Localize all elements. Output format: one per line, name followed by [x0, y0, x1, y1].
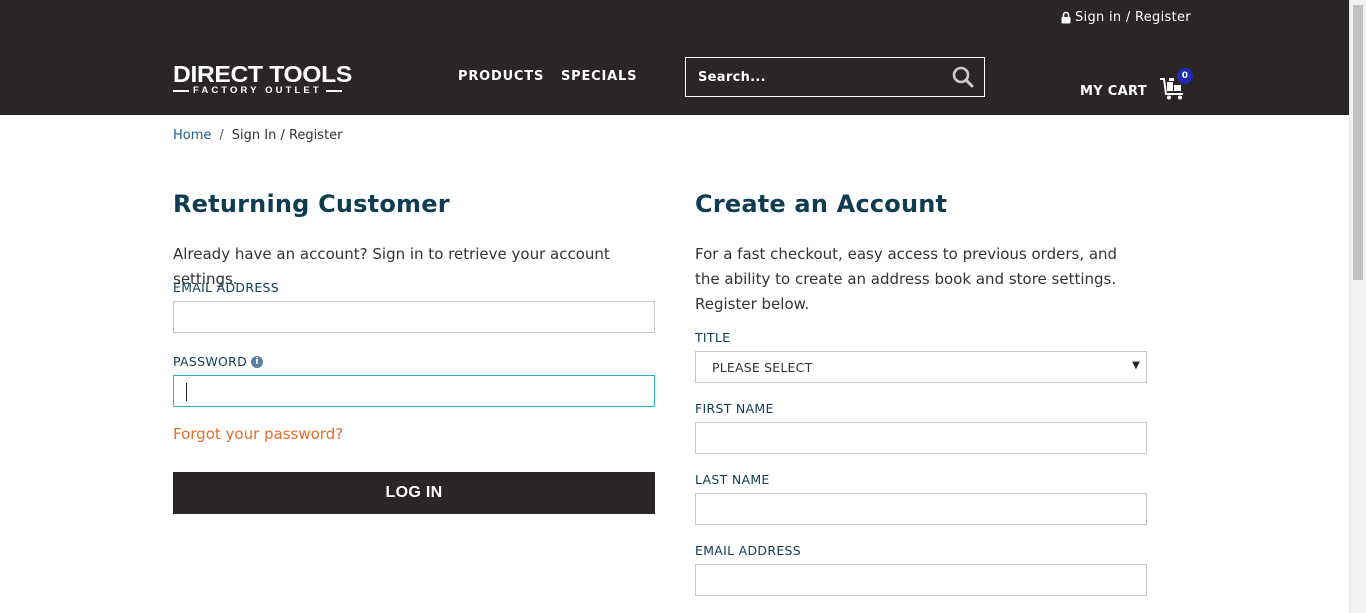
first-name-label-text: FIRST NAME [695, 401, 774, 416]
title-label: TITLE [695, 330, 730, 345]
search-icon[interactable] [952, 66, 974, 88]
forgot-password-link[interactable]: Forgot your password? [173, 425, 343, 443]
register-email-input[interactable] [695, 564, 1147, 596]
nav-products[interactable]: PRODUCTS [458, 69, 544, 84]
signin-register-label: Sign in / Register [1075, 10, 1191, 25]
register-email-label: EMAIL ADDRESS [695, 543, 801, 558]
first-name-label: FIRST NAME [695, 401, 774, 416]
page-scrollbar[interactable] [1349, 0, 1366, 613]
cart-link[interactable]: MY CART 0 [1080, 68, 1193, 101]
select-arrow-icon: ▼ [1132, 360, 1140, 371]
last-name-label-text: LAST NAME [695, 472, 770, 487]
title-label-text: TITLE [695, 330, 731, 345]
lock-icon [1061, 11, 1071, 24]
register-email-label-text: EMAIL ADDRESS [695, 543, 802, 558]
login-button[interactable]: LOG IN [173, 472, 655, 514]
login-email-label-text: EMAIL ADDRESS [173, 280, 280, 295]
title-select-value: PLEASE SELECT [712, 359, 813, 375]
cart-icon: 0 [1159, 68, 1193, 101]
first-name-input[interactable] [695, 422, 1147, 454]
logo-subtitle: FACTORY OUTLET [193, 85, 322, 96]
login-password-label-text: PASSWORD [173, 354, 248, 369]
text-cursor [186, 383, 187, 401]
returning-customer-heading: Returning Customer [173, 190, 450, 218]
login-password-input[interactable] [173, 375, 655, 407]
login-password-label: PASSWORD i [173, 354, 264, 369]
login-email-label: EMAIL ADDRESS [173, 280, 279, 295]
create-account-description: For a fast checkout, easy access to prev… [695, 245, 1118, 313]
search-box [685, 57, 985, 97]
password-info-icon[interactable]: i [251, 355, 264, 368]
nav-specials[interactable]: SPECIALS [561, 69, 637, 84]
search-input[interactable] [686, 69, 936, 85]
direct-tools-logo[interactable]: DIRECT TOOLS FACTORY OUTLET [173, 63, 365, 96]
last-name-input[interactable] [695, 493, 1147, 525]
breadcrumb-separator: / [219, 128, 224, 143]
logo-wordmark: DIRECT TOOLS [173, 61, 352, 87]
breadcrumb-home-link[interactable]: Home [173, 128, 211, 143]
cart-label: MY CART [1080, 83, 1147, 99]
last-name-label: LAST NAME [695, 472, 770, 487]
breadcrumb: Home / Sign In / Register [173, 128, 343, 143]
site-header: Sign in / Register DIRECT TOOLS FACTORY … [0, 0, 1349, 115]
title-select[interactable]: PLEASE SELECT ▼ [695, 351, 1147, 383]
login-email-input[interactable] [173, 301, 655, 333]
cart-count-badge: 0 [1176, 68, 1193, 84]
breadcrumb-current: Sign In / Register [231, 128, 343, 143]
scrollbar-thumb[interactable] [1353, 5, 1363, 280]
signin-register-link[interactable]: Sign in / Register [1061, 10, 1191, 25]
create-account-heading: Create an Account [695, 190, 948, 218]
